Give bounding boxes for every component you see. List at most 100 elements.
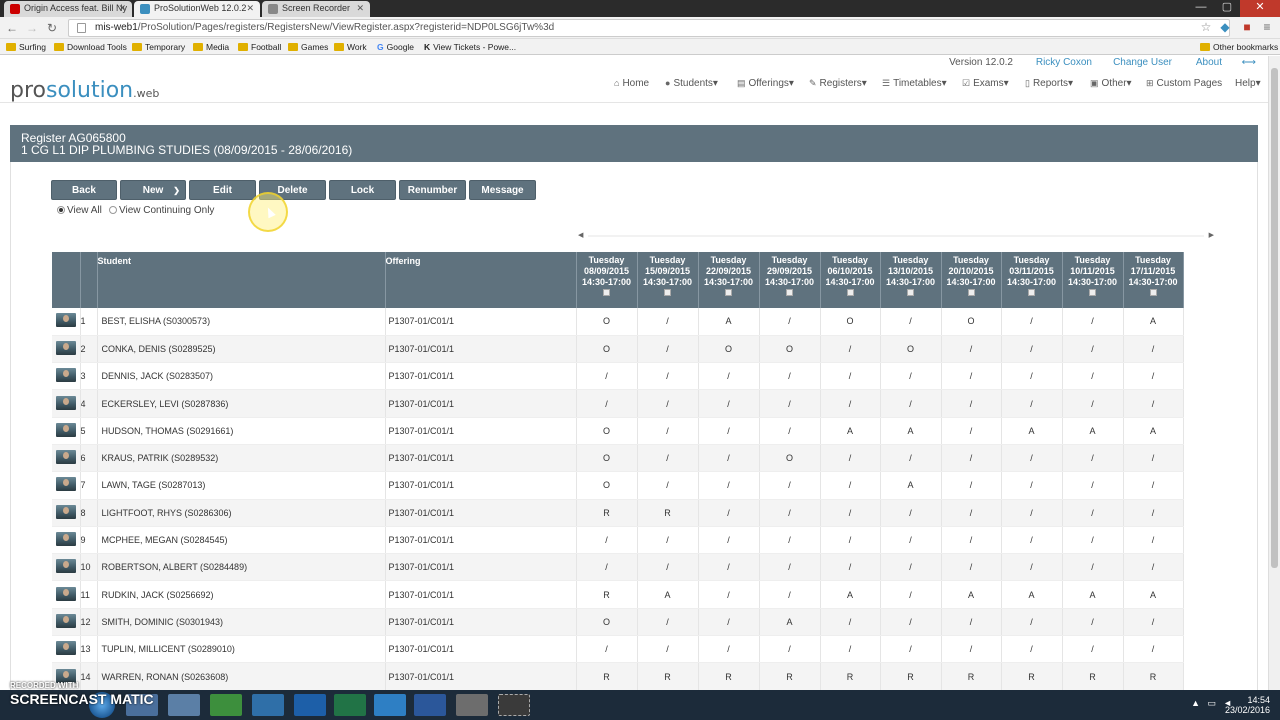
attendance-mark[interactable]: / (637, 308, 699, 336)
browser-tab-prosolution[interactable]: ProSolutionWeb 12.0.2 ✕ (134, 1, 260, 17)
network-icon[interactable]: ▭ (1207, 698, 1216, 709)
attendance-mark[interactable]: / (880, 308, 942, 336)
session-header[interactable]: Tuesday 22/09/2015 14:30-17:00 (698, 252, 760, 308)
table-row[interactable]: 1 BEST, ELISHA (S0300573) P1307-01/C01/1 O /… (52, 308, 1184, 336)
attendance-mark[interactable]: / (698, 444, 760, 473)
attendance-mark[interactable]: / (1123, 499, 1184, 527)
attendance-mark[interactable]: / (880, 553, 942, 582)
new-button[interactable]: New ❯ (120, 180, 186, 200)
attendance-mark[interactable]: R (576, 580, 638, 609)
back-arrow-icon[interactable]: ← (4, 20, 20, 36)
attendance-mark[interactable]: A (820, 580, 881, 609)
session-select-checkbox[interactable] (967, 289, 975, 296)
attendance-mark[interactable]: / (1001, 444, 1063, 473)
session-header[interactable]: Tuesday 20/10/2015 14:30-17:00 (941, 252, 1002, 308)
offering-header[interactable]: Offering (385, 252, 577, 308)
task-check-icon[interactable] (210, 694, 242, 716)
star-bookmark-icon[interactable]: ☆ (1199, 20, 1213, 34)
attendance-mark[interactable]: / (941, 362, 1002, 391)
browser-tab-screen-recorder[interactable]: Screen Recorder ✕ (262, 1, 370, 17)
student-header[interactable]: Student (97, 252, 386, 308)
attendance-mark[interactable]: A (637, 580, 699, 609)
session-header[interactable]: Tuesday 03/11/2015 14:30-17:00 (1001, 252, 1063, 308)
table-row[interactable]: 12 SMITH, DOMINIC (S0301943) P1307-01/C01/… (52, 608, 1184, 637)
attendance-mark[interactable]: / (820, 526, 881, 555)
session-header[interactable]: Tuesday 08/09/2015 14:30-17:00 (576, 252, 638, 308)
attendance-mark[interactable]: / (1123, 553, 1184, 582)
attendance-mark[interactable]: A (698, 308, 760, 336)
table-row[interactable]: 5 HUDSON, THOMAS (S0291661) P1307-01/C01/1… (52, 417, 1184, 445)
session-select-checkbox[interactable] (1149, 289, 1157, 296)
forward-arrow-icon[interactable]: → (24, 20, 40, 36)
attendance-mark[interactable]: / (637, 635, 699, 664)
attendance-mark[interactable]: / (880, 444, 942, 473)
reload-icon[interactable]: ↻ (44, 20, 60, 36)
attendance-mark[interactable]: / (820, 471, 881, 500)
attendance-mark[interactable]: / (1062, 553, 1124, 582)
attendance-mark[interactable]: / (698, 417, 760, 445)
attendance-mark[interactable]: / (941, 471, 1002, 500)
nav-other[interactable]: ▣ Other▾ (1090, 78, 1132, 89)
student-photo[interactable] (56, 559, 76, 574)
attendance-mark[interactable]: / (880, 389, 942, 418)
bookmark-view-tickets[interactable]: K View Tickets - Powe... (424, 41, 516, 53)
lock-button[interactable]: Lock (329, 180, 396, 200)
attendance-mark[interactable]: A (880, 471, 942, 500)
attendance-mark[interactable]: A (941, 580, 1002, 609)
taskbar-clock[interactable]: 14:54 23/02/2016 (1225, 695, 1270, 715)
table-row[interactable]: 4 ECKERSLEY, LEVI (S0287836) P1307-01/C01/… (52, 389, 1184, 418)
attendance-mark[interactable]: / (1062, 389, 1124, 418)
session-header[interactable]: Tuesday 15/09/2015 14:30-17:00 (637, 252, 699, 308)
student-photo[interactable] (56, 613, 76, 628)
attendance-mark[interactable]: / (576, 526, 638, 555)
renumber-button[interactable]: Renumber (399, 180, 466, 200)
attendance-mark[interactable]: / (1001, 635, 1063, 664)
nav-reports[interactable]: ▯ Reports▾ (1025, 78, 1073, 89)
attendance-mark[interactable]: R (698, 662, 760, 690)
table-horizontal-scroll[interactable]: ◀ ▶ (576, 231, 1216, 241)
attendance-mark[interactable]: / (576, 553, 638, 582)
student-name[interactable]: DENNIS, JACK (S0283507) (97, 362, 386, 391)
bookmark-games[interactable]: Games (288, 41, 328, 53)
attendance-mark[interactable]: / (941, 417, 1002, 445)
attendance-mark[interactable]: / (759, 635, 821, 664)
attendance-mark[interactable]: / (1001, 389, 1063, 418)
bookmark-temporary[interactable]: Temporary (132, 41, 185, 53)
attendance-mark[interactable]: / (1001, 362, 1063, 391)
bookmark-download-tools[interactable]: Download Tools (54, 41, 127, 53)
attendance-mark[interactable]: / (1062, 608, 1124, 637)
attendance-mark[interactable]: R (1123, 662, 1184, 690)
message-button[interactable]: Message (469, 180, 536, 200)
minimize-icon[interactable]: — (1188, 0, 1214, 17)
attendance-mark[interactable]: / (698, 635, 760, 664)
nav-offerings[interactable]: ▤ Offerings▾ (737, 78, 794, 89)
attendance-mark[interactable]: / (1062, 635, 1124, 664)
student-name[interactable]: ROBERTSON, ALBERT (S0284489) (97, 553, 386, 582)
table-row[interactable]: 7 LAWN, TAGE (S0287013) P1307-01/C01/1 O / / /… (52, 471, 1184, 500)
attendance-mark[interactable]: A (759, 608, 821, 637)
session-select-checkbox[interactable] (907, 289, 914, 296)
attendance-mark[interactable]: A (1123, 417, 1184, 445)
attendance-mark[interactable]: / (698, 471, 760, 500)
attendance-mark[interactable]: A (1001, 417, 1063, 445)
bookmark-football[interactable]: Football (238, 41, 281, 53)
student-photo[interactable] (56, 586, 76, 601)
attendance-mark[interactable]: O (880, 335, 942, 364)
attendance-mark[interactable]: / (1123, 389, 1184, 418)
attendance-mark[interactable]: / (1062, 362, 1124, 391)
attendance-mark[interactable]: R (637, 499, 699, 527)
student-name[interactable]: LIGHTFOOT, RHYS (S0286306) (97, 499, 386, 527)
student-name[interactable]: CONKA, DENIS (S0289525) (97, 335, 386, 364)
attendance-mark[interactable]: / (759, 526, 821, 555)
attendance-mark[interactable]: / (1123, 608, 1184, 637)
bookmark-work[interactable]: Work (334, 41, 367, 53)
attendance-mark[interactable]: / (1123, 362, 1184, 391)
attendance-mark[interactable]: / (820, 499, 881, 527)
student-name[interactable]: TUPLIN, MILLICENT (S0289010) (97, 635, 386, 664)
attendance-mark[interactable]: / (1062, 444, 1124, 473)
attendance-mark[interactable]: / (880, 608, 942, 637)
fullscreen-icon[interactable]: ⟷ (1242, 57, 1256, 68)
student-name[interactable]: MCPHEE, MEGAN (S0284545) (97, 526, 386, 555)
excel-icon[interactable] (334, 694, 366, 716)
attendance-mark[interactable]: / (880, 526, 942, 555)
